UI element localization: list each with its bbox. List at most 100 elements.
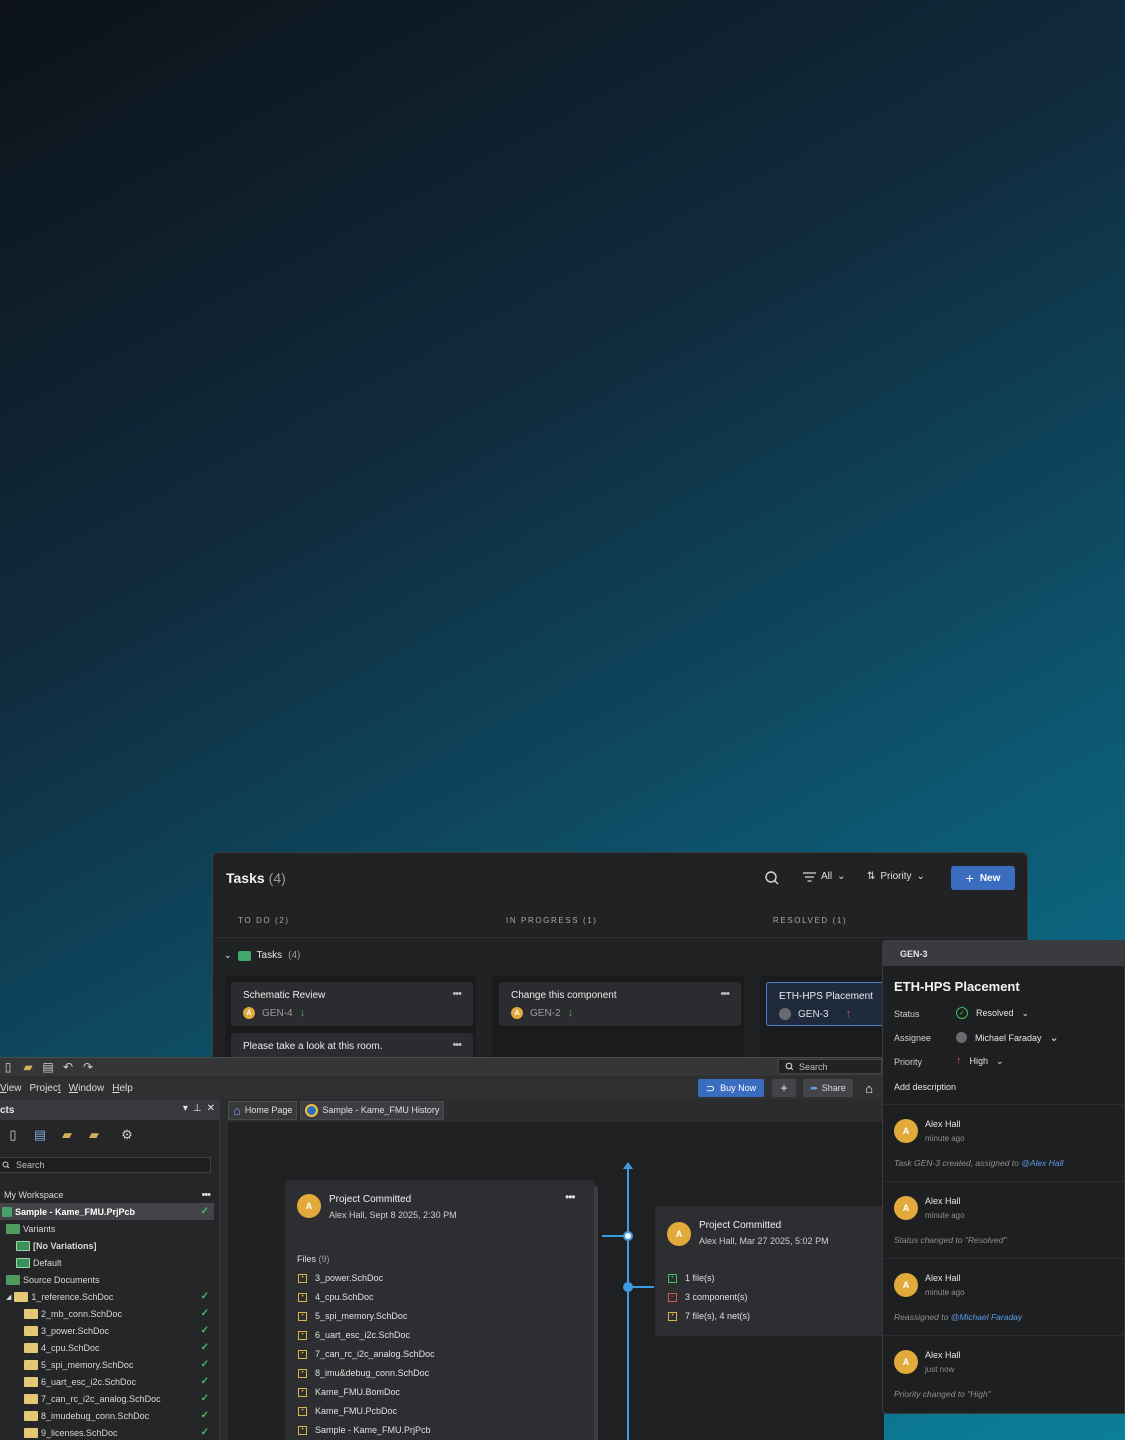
- file-row[interactable]: • 3_power.SchDoc: [298, 1273, 383, 1283]
- card-scrollbar[interactable]: [594, 1186, 598, 1440]
- tree-item-project[interactable]: Sample - Kame_FMU.PrjPcb ✓: [0, 1203, 214, 1220]
- task-group-toggle[interactable]: ⌄ Tasks (4): [224, 950, 300, 961]
- status-label: Status: [894, 1009, 920, 1019]
- redo-icon[interactable]: ↷: [80, 1060, 96, 1074]
- modified-icon: •: [298, 1330, 307, 1340]
- user-mention[interactable]: @Alex Hall: [1021, 1158, 1063, 1168]
- task-card[interactable]: Schematic Review ••• A GEN-4 ↓: [231, 982, 473, 1026]
- status-dropdown[interactable]: ✓ Resolved ⌄: [956, 1007, 1029, 1019]
- close-icon[interactable]: ✕: [207, 1103, 215, 1114]
- file-row[interactable]: • 6_uart_esc_i2c.SchDoc: [298, 1330, 410, 1340]
- timeline-branch: [602, 1235, 624, 1237]
- task-detail-id: GEN-3: [883, 941, 1124, 966]
- tree-item-folder[interactable]: Source Documents: [0, 1271, 214, 1288]
- menu-project[interactable]: Project: [26, 1083, 65, 1094]
- task-detail-title[interactable]: ETH-HPS Placement: [894, 979, 1020, 994]
- project-options-icon[interactable]: ▯: [4, 1126, 22, 1144]
- change-row[interactable]: −3 component(s): [668, 1292, 748, 1302]
- tab-project-history[interactable]: Sample - Kame_FMU History: [300, 1100, 445, 1120]
- check-icon: ✓: [200, 1206, 209, 1217]
- change-label: 3 component(s): [685, 1292, 748, 1302]
- more-options-icon[interactable]: •••: [201, 1189, 211, 1201]
- tree-item-document[interactable]: 3_power.SchDoc ✓: [0, 1322, 214, 1339]
- tree-item-document[interactable]: 9_licenses.SchDoc ✓: [0, 1424, 214, 1440]
- activity-author: Alex Hall: [925, 1350, 961, 1360]
- assignee-dropdown[interactable]: Michael Faraday ⌄: [956, 1031, 1059, 1044]
- undo-icon[interactable]: ↶: [60, 1060, 76, 1074]
- task-card[interactable]: Please take a look at this room. •••: [231, 1033, 473, 1057]
- share-button[interactable]: ➦ Share: [803, 1079, 853, 1097]
- user-mention[interactable]: @Michael Faraday: [951, 1312, 1022, 1322]
- menu-view[interactable]: View: [0, 1083, 26, 1094]
- plus-icon: +: [965, 870, 974, 886]
- save-icon[interactable]: ▤: [40, 1060, 56, 1074]
- change-row[interactable]: • 7 file(s), 4 net(s): [668, 1311, 750, 1321]
- new-file-icon[interactable]: ▯: [0, 1060, 16, 1074]
- tree-item-workspace[interactable]: My Workspace •••: [0, 1186, 214, 1203]
- commit-card[interactable]: A Project Committed Alex Hall, Sept 8 20…: [285, 1180, 598, 1440]
- file-row[interactable]: • 5_spi_memory.SchDoc: [298, 1311, 407, 1321]
- file-row[interactable]: • Kame_FMU.PcbDoc: [298, 1406, 397, 1416]
- menu-window[interactable]: Window: [65, 1083, 109, 1094]
- add-description-link[interactable]: Add description: [894, 1082, 956, 1092]
- tree-item-label: [No Variations]: [33, 1240, 97, 1251]
- tree-item-label: 3_power.SchDoc: [41, 1325, 110, 1336]
- gear-icon[interactable]: ⚙: [118, 1126, 136, 1144]
- more-options-icon[interactable]: •••: [452, 988, 462, 1000]
- priority-value: High: [969, 1056, 989, 1066]
- file-row[interactable]: • 7_can_rc_i2c_analog.SchDoc: [298, 1349, 435, 1359]
- variant-icon: [16, 1240, 30, 1251]
- task-card-selected[interactable]: ETH-HPS Placement GEN-3 ↑: [766, 982, 888, 1026]
- open-project-icon[interactable]: ▰: [58, 1126, 76, 1144]
- dropdown-arrow-icon[interactable]: ▾: [183, 1103, 188, 1114]
- add-comment-button[interactable]: +: [772, 1079, 796, 1097]
- task-card[interactable]: Change this component ••• A GEN-2 ↓: [499, 982, 741, 1026]
- file-name: 4_cpu.SchDoc: [315, 1292, 374, 1302]
- timeline-node[interactable]: [623, 1282, 633, 1292]
- file-name: Kame_FMU.PcbDoc: [315, 1406, 398, 1416]
- check-icon: ✓: [200, 1393, 209, 1404]
- more-options-icon[interactable]: •••: [565, 1190, 576, 1204]
- tree-item-document[interactable]: ◢ 1_reference.SchDoc ✓: [0, 1288, 214, 1305]
- open-folder-icon[interactable]: ▰: [85, 1126, 103, 1144]
- search-icon[interactable]: [764, 870, 780, 886]
- tree-item-document[interactable]: 5_spi_memory.SchDoc ✓: [0, 1356, 214, 1373]
- more-options-icon[interactable]: •••: [720, 988, 730, 1000]
- tree-item-document[interactable]: 7_can_rc_i2c_analog.SchDoc ✓: [0, 1390, 214, 1407]
- tree-item-document[interactable]: 6_uart_esc_i2c.SchDoc ✓: [0, 1373, 214, 1390]
- tree-item-variant[interactable]: Default: [0, 1254, 214, 1271]
- tree-item-document[interactable]: 4_cpu.SchDoc ✓: [0, 1339, 214, 1356]
- change-row[interactable]: +1 file(s): [668, 1273, 715, 1283]
- commit-card[interactable]: A Project Committed Alex Hall, Mar 27 20…: [655, 1206, 884, 1336]
- global-search-input[interactable]: Search: [778, 1059, 882, 1074]
- tab-home-page[interactable]: ⌂ Home Page: [228, 1100, 298, 1120]
- menu-help[interactable]: Help: [108, 1083, 137, 1094]
- new-project-icon[interactable]: ▤: [31, 1126, 49, 1144]
- buy-now-button[interactable]: ⊃ Buy Now: [698, 1079, 764, 1097]
- file-name: 6_uart_esc_i2c.SchDoc: [315, 1330, 411, 1340]
- tree-item-document[interactable]: 2_mb_conn.SchDoc ✓: [0, 1305, 214, 1322]
- home-icon[interactable]: ⌂: [860, 1079, 878, 1097]
- modified-icon: •: [298, 1292, 307, 1302]
- projects-search-input[interactable]: Search: [0, 1157, 211, 1173]
- pin-icon[interactable]: ⊥: [193, 1103, 202, 1114]
- priority-label: Priority: [894, 1057, 923, 1067]
- priority-dropdown[interactable]: ↑ High ⌄: [956, 1055, 1004, 1067]
- file-row[interactable]: • Kame_FMU.BomDoc: [298, 1387, 400, 1397]
- filter-dropdown[interactable]: All ⌄: [803, 871, 846, 882]
- file-row[interactable]: • Sample - Kame_FMU.PrjPcb: [298, 1425, 431, 1435]
- tree-item-document[interactable]: 8_imudebug_conn.SchDoc ✓: [0, 1407, 214, 1424]
- buy-now-label: Buy Now: [720, 1083, 757, 1093]
- more-options-icon[interactable]: •••: [452, 1039, 462, 1051]
- timeline-node[interactable]: [623, 1231, 633, 1241]
- avatar: A: [894, 1273, 918, 1297]
- file-row[interactable]: • 8_imu&debug_conn.SchDoc: [298, 1368, 429, 1378]
- tree-item-folder[interactable]: Variants: [0, 1220, 214, 1237]
- expand-arrow-icon[interactable]: ◢: [6, 1293, 11, 1301]
- open-folder-icon[interactable]: ▰: [20, 1060, 36, 1074]
- file-row[interactable]: • 4_cpu.SchDoc: [298, 1292, 374, 1302]
- sort-dropdown[interactable]: ⇅ Priority ⌄: [867, 871, 925, 882]
- priority-high-icon: ↑: [845, 1008, 852, 1020]
- new-task-button[interactable]: + New: [951, 866, 1015, 890]
- tree-item-variant[interactable]: [No Variations]: [0, 1237, 214, 1254]
